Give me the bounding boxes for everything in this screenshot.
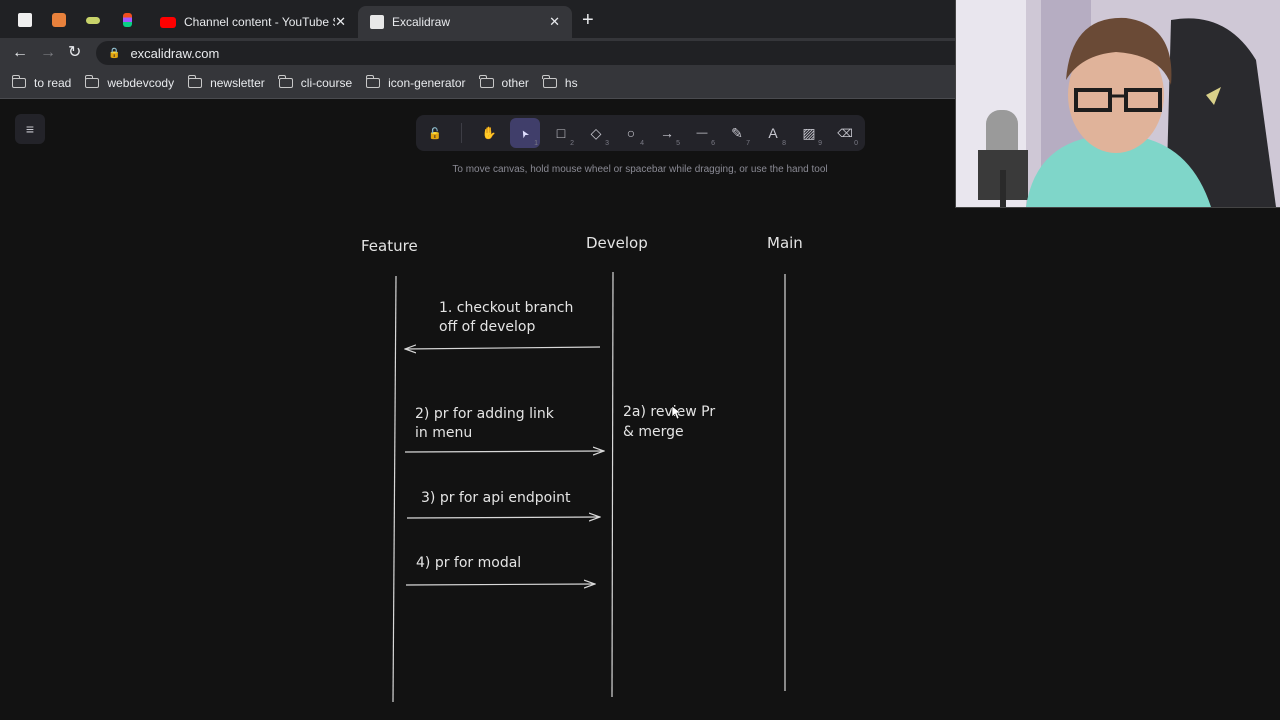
- step-2-line-2: in menu: [415, 425, 472, 441]
- develop-header: Develop: [586, 234, 648, 252]
- step-2a-line-2: & merge: [623, 424, 684, 440]
- checkout-arrow: [405, 347, 601, 349]
- develop-lifeline: [611, 271, 614, 698]
- webcam-overlay: [955, 0, 1280, 208]
- pr-link-arrow: [404, 451, 604, 452]
- feature-header: Feature: [361, 237, 418, 255]
- step-2a-line-1: 2a) review Pr: [623, 404, 715, 420]
- webcam-feed-image: [956, 0, 1280, 207]
- step-3: 3) pr for api endpoint: [421, 490, 571, 506]
- step-1-line-2: off of develop: [439, 319, 535, 335]
- pr-api-arrow: [406, 517, 600, 518]
- pr-modal-arrow: [405, 584, 595, 585]
- feature-lifeline: [392, 275, 397, 703]
- main-header: Main: [767, 234, 803, 252]
- step-4: 4) pr for modal: [416, 555, 521, 571]
- step-2-line-1: 2) pr for adding link: [415, 406, 555, 422]
- step-1-line-1: 1. checkout branch: [439, 300, 573, 316]
